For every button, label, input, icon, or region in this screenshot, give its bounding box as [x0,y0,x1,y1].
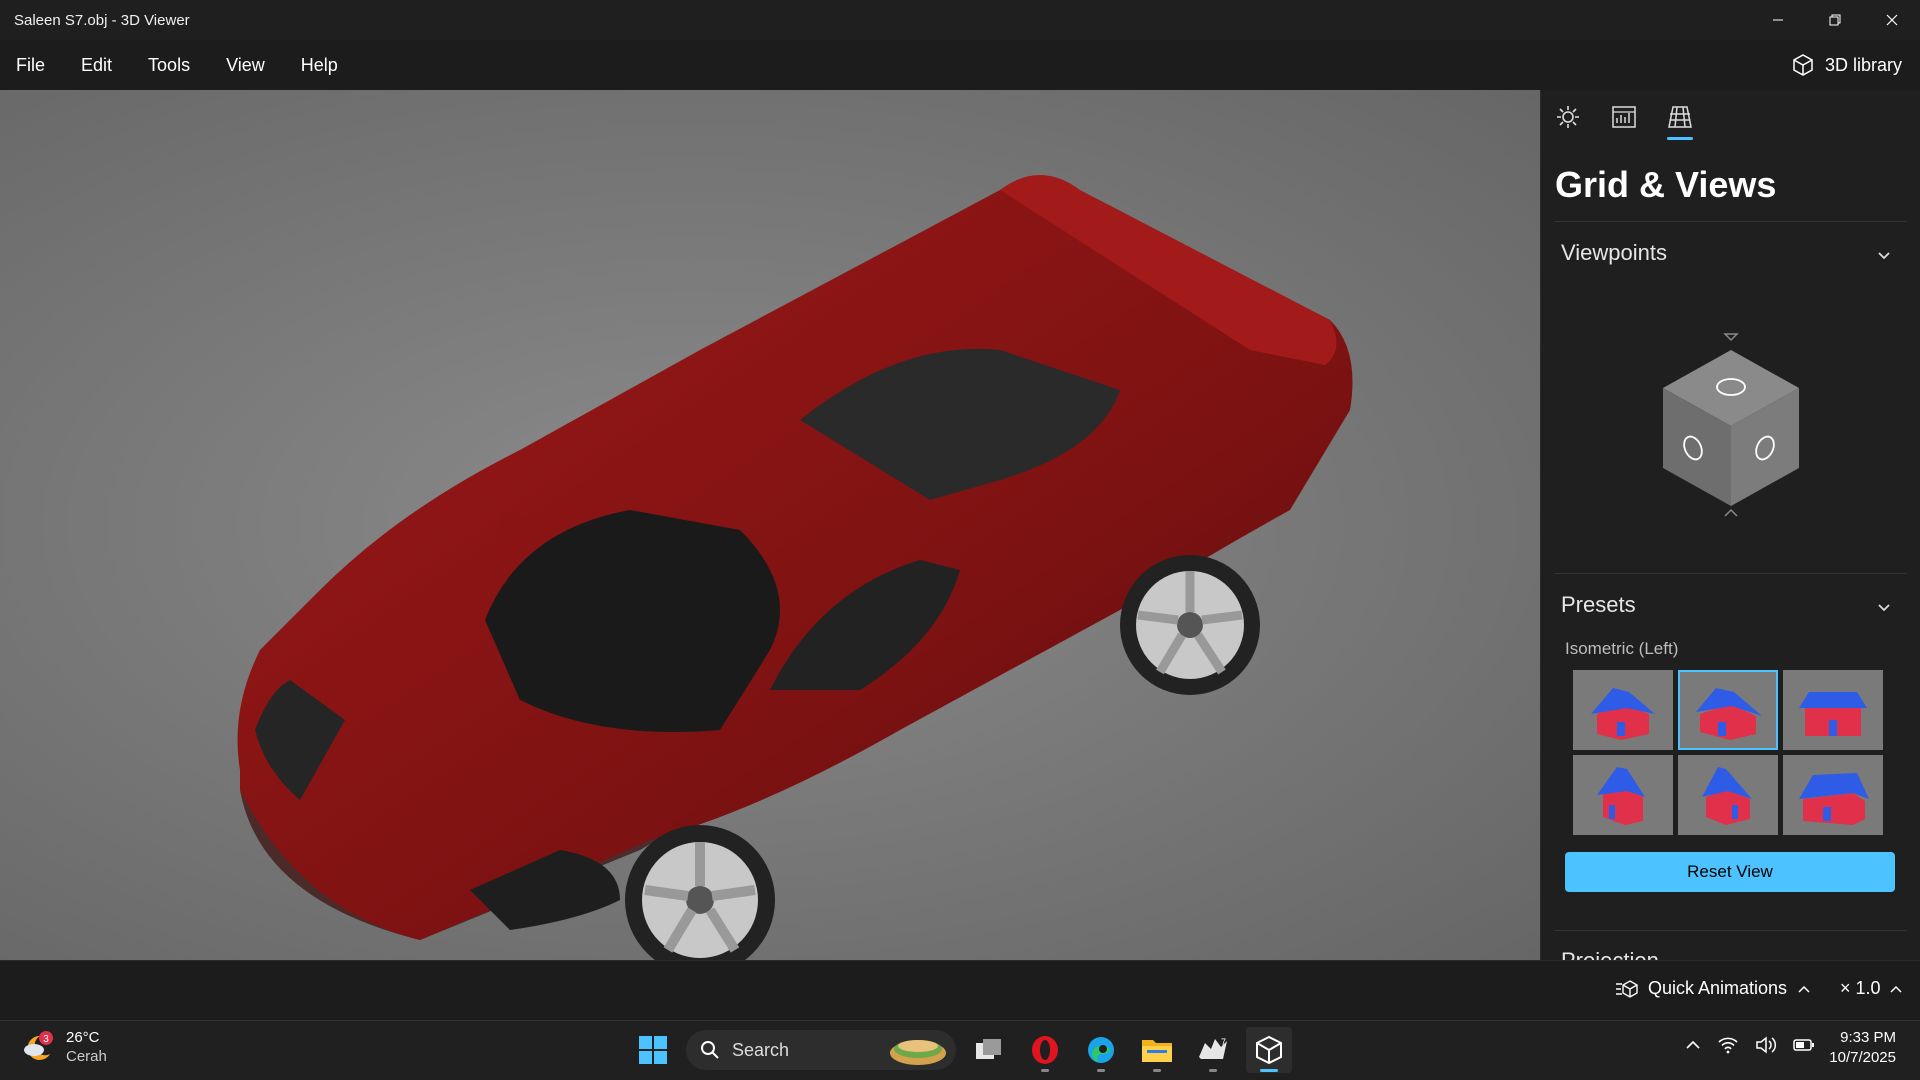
quick-animations-button[interactable]: Quick Animations [1614,978,1811,999]
chevron-down-icon[interactable] [1876,600,1892,616]
start-button[interactable] [630,1027,676,1073]
task-view-icon [976,1039,1001,1059]
preset-iso-right[interactable] [1573,755,1673,835]
opera-app[interactable] [1022,1027,1068,1073]
file-explorer-app[interactable] [1134,1027,1180,1073]
quick-animations-label: Quick Animations [1648,978,1788,998]
projection-header[interactable]: Projection [1561,948,1659,960]
temperature: 26°C [66,1029,100,1046]
clock[interactable]: 9:33 PM 10/7/2025 [1829,1028,1896,1068]
view-cube[interactable] [1641,320,1821,520]
rhino-icon: 7 [1199,1037,1227,1059]
chevron-down-icon[interactable] [1876,248,1892,264]
restore-button[interactable] [1806,0,1863,40]
preset-iso-back[interactable] [1678,755,1778,835]
animation-icon [1616,979,1638,998]
menu-view[interactable]: View [208,40,283,90]
menu-help[interactable]: Help [283,40,356,90]
divider [1555,221,1907,222]
cube-library-icon [1793,54,1813,76]
preset-front[interactable] [1783,670,1883,750]
time: 9:33 PM [1840,1029,1896,1046]
3d-viewport[interactable] [0,90,1540,960]
preset-iso-front[interactable] [1573,670,1673,750]
restore-icon [1829,14,1840,26]
divider [1555,573,1907,574]
task-view-button[interactable] [966,1027,1012,1073]
speed-label: × 1.0 [1840,978,1881,998]
taskbar-search[interactable]: Search [686,1030,956,1070]
menu-tools[interactable]: Tools [130,40,208,90]
wifi-icon[interactable] [1717,1036,1739,1054]
weather-badge: 3 [43,1034,49,1045]
preset-iso-left[interactable] [1678,670,1778,750]
tab-stats[interactable] [1611,104,1637,130]
car-model[interactable] [0,90,1540,960]
house-icon [1696,688,1762,740]
window-title: Saleen S7.obj - 3D Viewer [14,11,190,29]
close-icon [1886,14,1897,26]
house-icon [1591,688,1655,740]
search-icon [701,1041,719,1059]
title-bar: Saleen S7.obj - 3D Viewer [0,0,1920,40]
date: 10/7/2025 [1829,1049,1896,1066]
folder-icon [1142,1040,1172,1062]
menu-file[interactable]: File [0,40,63,90]
rhino-app[interactable]: 7 [1190,1027,1236,1073]
viewpoints-header[interactable]: Viewpoints [1561,240,1667,266]
active-indicator [1260,1069,1278,1072]
opera-icon [1032,1036,1058,1064]
battery-icon[interactable] [1793,1037,1815,1053]
animation-speed-button[interactable]: × 1.0 [1840,978,1903,999]
svg-text:7: 7 [1221,1037,1226,1047]
running-indicator [1097,1069,1105,1072]
panel-title: Grid & Views [1555,164,1777,205]
chevron-up-icon [1890,985,1902,993]
running-indicator [1209,1069,1217,1072]
3d-viewer-app[interactable] [1246,1027,1292,1073]
preset-label: Isometric (Left) [1565,639,1679,658]
house-icon [1799,692,1867,736]
system-tray [1685,1036,1815,1054]
weather-moon-icon: 3 [24,1031,53,1060]
preset-top-front[interactable] [1783,755,1883,835]
house-icon [1702,767,1752,825]
window-controls [1749,0,1920,40]
search-label: Search [732,1039,790,1060]
tab-lighting[interactable] [1555,104,1581,130]
close-button[interactable] [1863,0,1920,40]
menu-edit[interactable]: Edit [63,40,130,90]
minimize-icon [1772,19,1783,21]
menu-bar: File Edit Tools View Help [0,40,1920,90]
panel-tabs [1555,104,1693,140]
edge-icon [1088,1037,1114,1063]
preset-grid [1573,670,1883,835]
weather-condition: Cerah [66,1048,107,1065]
3d-viewer-icon [1256,1035,1282,1065]
tab-grid-views[interactable] [1667,104,1693,140]
running-indicator [1041,1069,1049,1072]
taskbar-apps: Search 7 [630,1024,1292,1076]
edge-app[interactable] [1078,1027,1124,1073]
chevron-up-icon [1798,985,1810,993]
stats-icon [1612,106,1636,128]
house-icon [1597,767,1645,825]
reset-view-button[interactable]: Reset View [1565,852,1895,892]
chevron-up-icon[interactable] [1685,1037,1701,1053]
volume-icon[interactable] [1755,1036,1777,1054]
search-highlight-icon [890,1040,946,1065]
grid-icon [1668,106,1692,128]
divider [1555,930,1907,931]
side-panel: Grid & Views Viewpoints Presets Isometri… [1540,90,1920,960]
weather-widget[interactable]: 3 26°C Cerah [22,1028,107,1066]
running-indicator [1153,1069,1161,1072]
windows-icon [639,1036,667,1064]
minimize-button[interactable] [1749,0,1806,40]
3d-library-button[interactable]: 3D library [1791,40,1902,90]
sun-icon [1557,106,1579,128]
house-icon [1799,773,1869,825]
presets-header[interactable]: Presets [1561,592,1636,618]
3d-library-label: 3D library [1824,54,1902,75]
